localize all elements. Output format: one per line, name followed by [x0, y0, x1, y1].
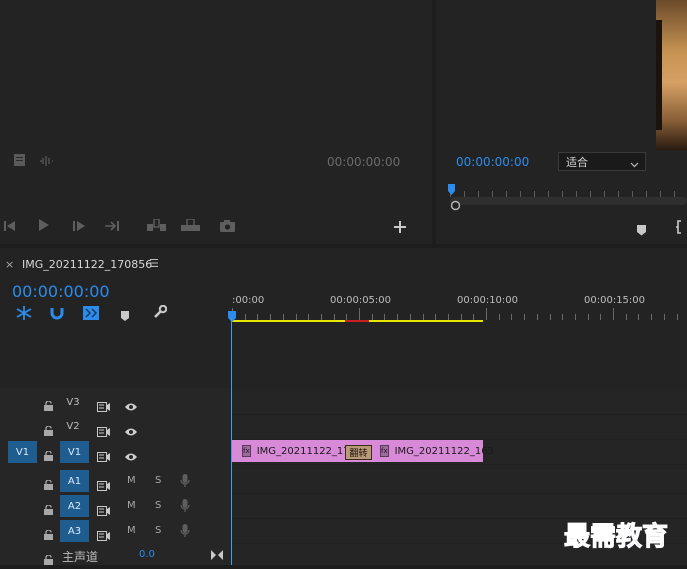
go-to-out-icon[interactable]	[105, 219, 121, 233]
snap-magnet-icon[interactable]	[50, 305, 64, 324]
step-forward-icon[interactable]	[72, 219, 86, 233]
clip-name: IMG_20211122_170	[256, 445, 356, 457]
program-video-frame	[656, 0, 687, 150]
program-ruler[interactable]	[450, 183, 687, 197]
track-label-v1[interactable]: V1	[60, 441, 89, 463]
nest-icon[interactable]	[16, 305, 32, 324]
camera-icon[interactable]	[219, 219, 235, 233]
master-volume-value[interactable]: 0.0	[139, 549, 155, 560]
close-tab-icon[interactable]: ×	[5, 258, 14, 271]
track-label-v3[interactable]: V3	[60, 392, 86, 413]
source-timecode[interactable]: 00:00:00:00	[327, 155, 400, 169]
zoom-select[interactable]: 适合	[558, 152, 646, 171]
ruler-label-5: 00:00:05:00	[330, 295, 392, 306]
mark-in-icon[interactable]	[3, 219, 17, 233]
sync-lock-icon[interactable]	[97, 476, 111, 495]
lock-icon[interactable]	[44, 475, 53, 494]
track-header-column	[0, 388, 231, 565]
playhead-line[interactable]	[231, 318, 232, 565]
render-bar-red	[345, 320, 369, 322]
audio-waveform-icon[interactable]	[38, 155, 54, 167]
timeline-empty-area	[232, 324, 687, 388]
go-to-end-icon[interactable]	[211, 546, 223, 565]
zoom-handle-icon[interactable]	[450, 196, 461, 215]
wrench-icon[interactable]	[152, 304, 168, 324]
chevron-down-icon	[630, 155, 639, 174]
mute-button[interactable]: M	[127, 475, 136, 486]
sequence-tab[interactable]: IMG_20211122_170856	[22, 258, 152, 271]
eye-icon[interactable]	[124, 422, 138, 441]
fx-badge: fx	[242, 445, 251, 457]
overwrite-icon[interactable]	[181, 218, 201, 232]
mute-button[interactable]: M	[127, 525, 136, 536]
program-zoom-bar[interactable]	[450, 197, 687, 205]
track-label-a3[interactable]: A3	[60, 520, 89, 542]
video-clip-1[interactable]: fx IMG_20211122_170	[232, 440, 356, 462]
marker-icon[interactable]	[13, 153, 25, 167]
program-timecode[interactable]: 00:00:00:00	[456, 155, 529, 169]
master-label: 主声道	[62, 550, 99, 564]
sync-lock-icon[interactable]	[97, 447, 111, 466]
insert-icon[interactable]	[147, 218, 167, 232]
lane-v3[interactable]	[232, 390, 687, 415]
program-monitor-panel: 00:00:00:00 适合	[436, 0, 687, 244]
ruler-label-15: 00:00:15:00	[584, 295, 646, 306]
mute-button[interactable]: M	[127, 500, 136, 511]
ruler-label-0: :00:00	[232, 295, 265, 306]
add-button-icon[interactable]	[393, 220, 407, 234]
sync-lock-icon[interactable]	[97, 422, 111, 441]
linked-selection-icon[interactable]	[83, 305, 99, 324]
track-label-a1[interactable]: A1	[60, 470, 89, 492]
mark-in-bracket-icon[interactable]	[676, 219, 684, 238]
solo-button[interactable]: S	[155, 475, 161, 486]
panel-menu-icon[interactable]: ☰	[149, 257, 159, 270]
lane-a1[interactable]	[232, 469, 687, 494]
fx-badge: fx	[380, 445, 389, 457]
track-label-v2[interactable]: V2	[60, 416, 86, 437]
microphone-icon[interactable]	[180, 473, 190, 492]
lock-icon[interactable]	[44, 446, 53, 465]
zoom-select-value: 适合	[566, 155, 588, 169]
clip-name: IMG_20211122_163	[394, 445, 494, 457]
source-monitor-panel: 00:00:00:00	[0, 0, 432, 244]
solo-button[interactable]: S	[155, 525, 161, 536]
sync-lock-icon[interactable]	[97, 501, 111, 520]
lock-icon[interactable]	[44, 550, 53, 569]
timeline-timecode[interactable]: 00:00:00:00	[12, 282, 110, 301]
add-marker-icon[interactable]	[121, 307, 130, 326]
lock-icon[interactable]	[44, 525, 53, 544]
microphone-icon[interactable]	[180, 523, 190, 542]
marker-icon[interactable]	[637, 221, 647, 240]
solo-button[interactable]: S	[155, 500, 161, 511]
play-icon[interactable]	[37, 218, 51, 232]
lock-icon[interactable]	[44, 396, 53, 415]
lock-icon[interactable]	[44, 421, 53, 440]
lock-icon[interactable]	[44, 500, 53, 519]
ruler-label-10: 00:00:10:00	[457, 295, 519, 306]
source-patch-v1[interactable]: V1	[8, 441, 37, 463]
eye-icon[interactable]	[124, 447, 138, 466]
eye-icon[interactable]	[124, 397, 138, 416]
source-video-area	[0, 0, 432, 150]
lane-v2[interactable]	[232, 415, 687, 440]
sync-lock-icon[interactable]	[97, 397, 111, 416]
microphone-icon[interactable]	[180, 498, 190, 517]
transition-label: 翻转	[349, 449, 368, 459]
transition-flip[interactable]: 翻转	[345, 445, 372, 460]
video-clip-2[interactable]: fx IMG_20211122_163	[356, 440, 494, 462]
watermark-text: 最需教育	[563, 522, 669, 553]
timeline-ruler[interactable]	[232, 308, 687, 320]
track-label-a2[interactable]: A2	[60, 495, 89, 517]
sync-lock-icon[interactable]	[97, 526, 111, 545]
